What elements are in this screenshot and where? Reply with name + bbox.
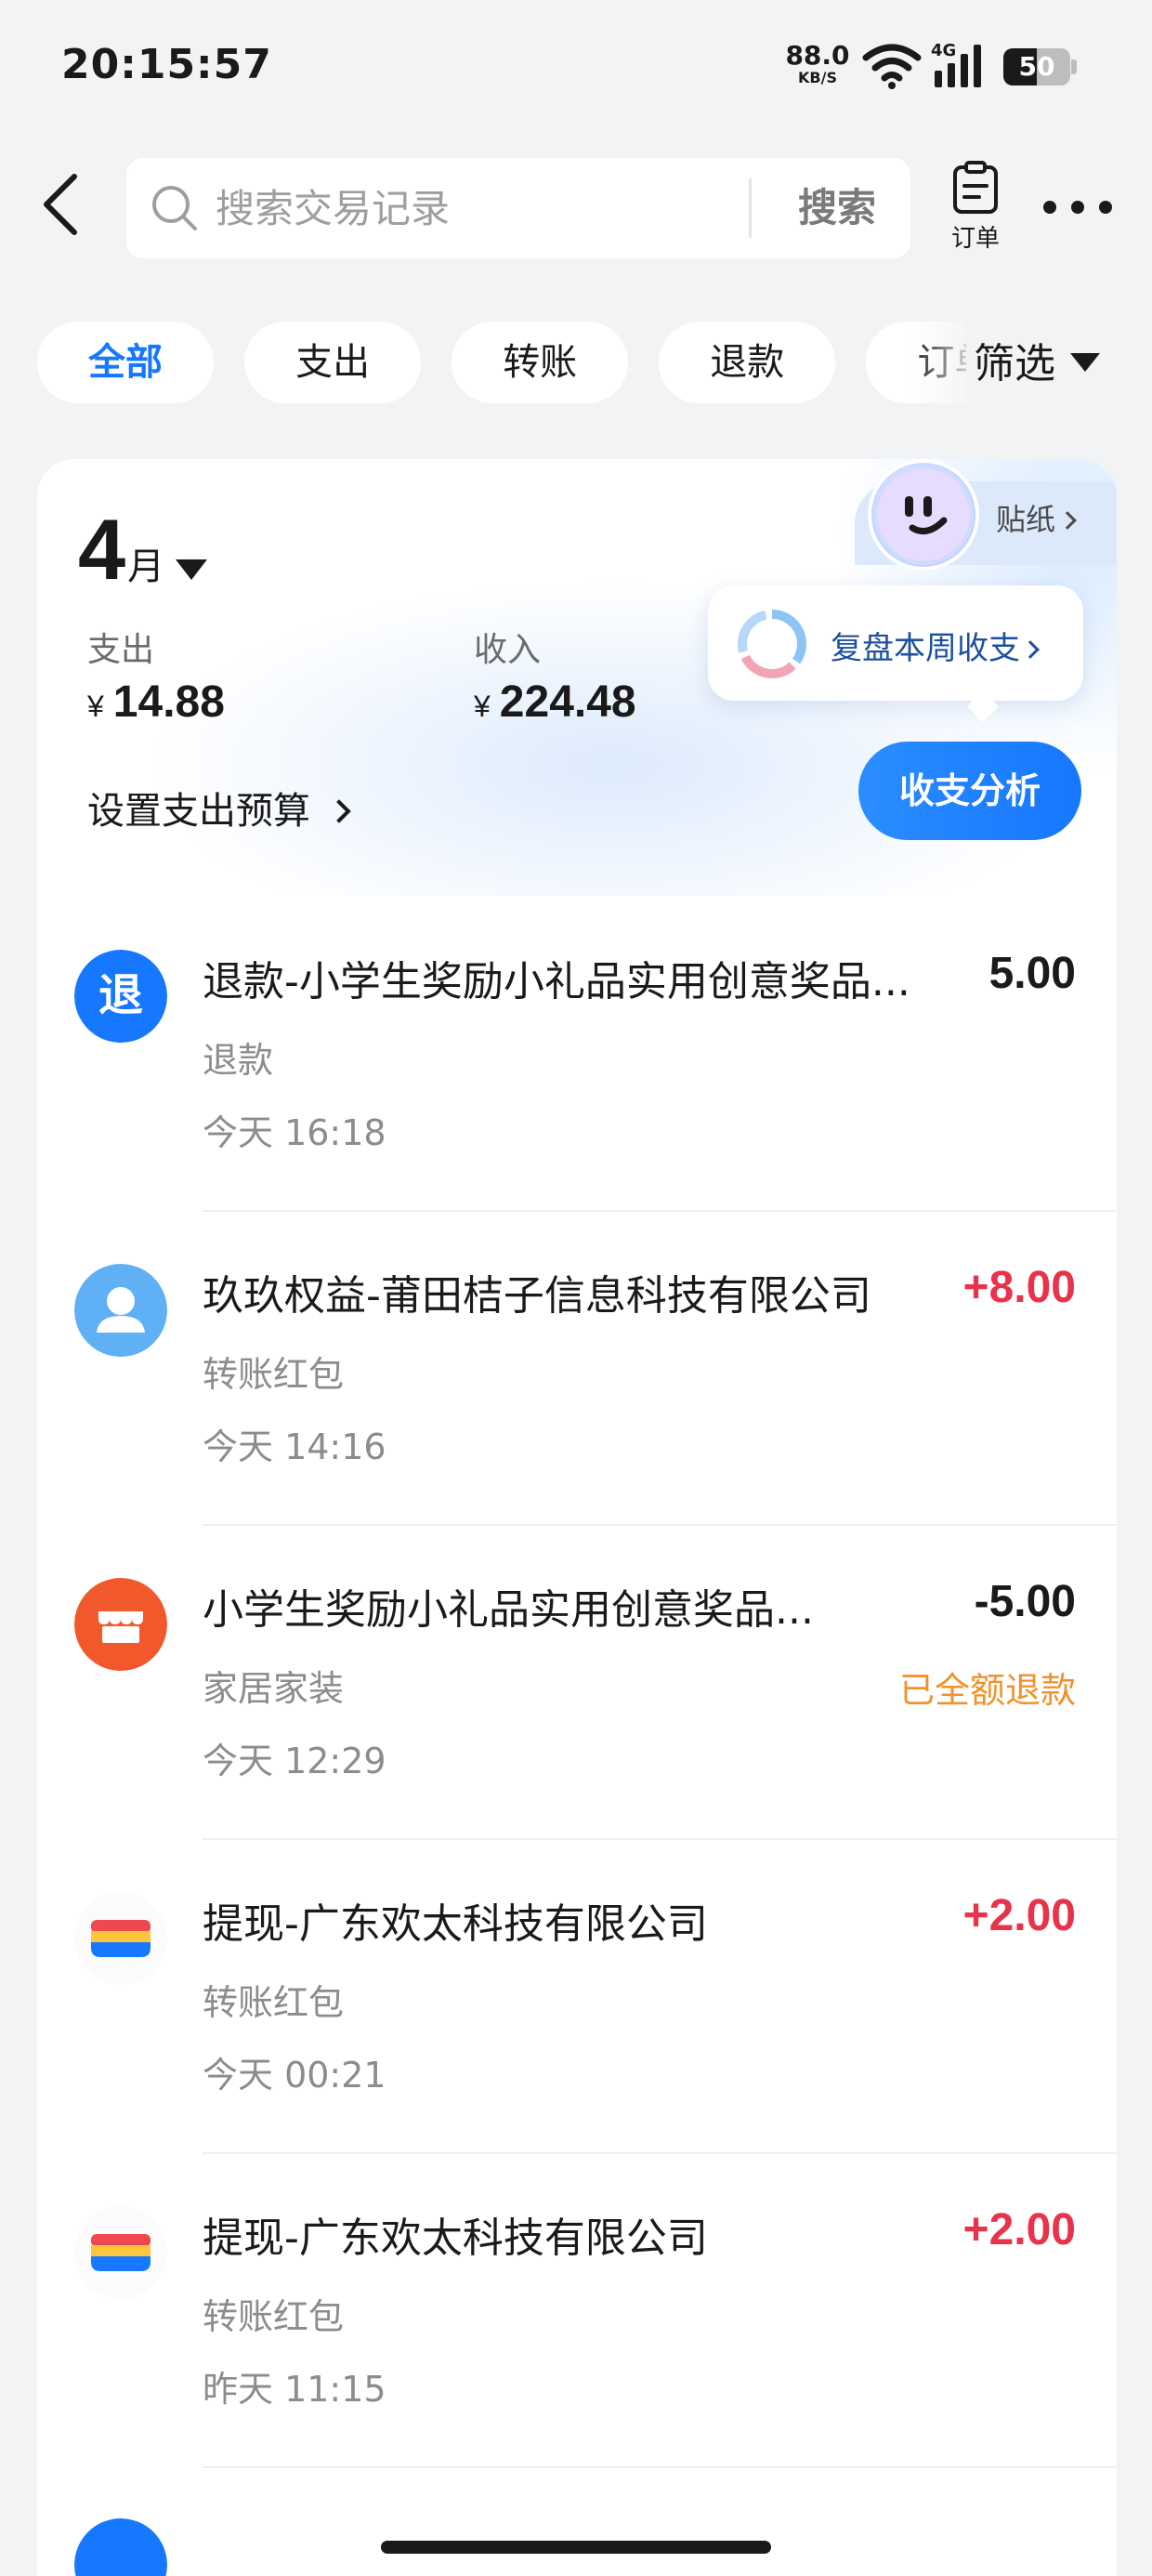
income-value: 224.48 xyxy=(499,677,636,727)
weekly-review-popup[interactable]: 复盘本周收支 xyxy=(708,585,1083,701)
transaction-amount: +8.00 xyxy=(962,1263,1076,1312)
transaction-title: 玖玖权益-莆田桔子信息科技有限公司 xyxy=(203,1272,871,1320)
transaction-category: 家居家装 xyxy=(203,1668,345,1709)
transaction-category: 转账红包 xyxy=(203,1354,345,1395)
user-avatar-icon xyxy=(74,1264,167,1357)
filter-label: 筛选 xyxy=(974,340,1055,388)
search-button[interactable]: 搜索 xyxy=(767,158,907,258)
transactions-card: 4月 支出 ¥14.88 收入 ¥224.48 设置支出预算 贴纸 复盘本周收支 xyxy=(37,459,1117,2576)
caret-down-icon xyxy=(176,559,208,580)
transaction-category: 转账红包 xyxy=(203,1982,345,2023)
wifi-icon xyxy=(862,44,922,89)
currency-symbol: ¥ xyxy=(87,690,104,723)
chip-expense[interactable]: 支出 xyxy=(244,322,422,403)
transaction-amount: +2.00 xyxy=(962,1891,1076,1940)
search-bar: 搜索 xyxy=(126,158,910,258)
home-indicator xyxy=(381,2541,771,2554)
orders-button[interactable]: 订单 xyxy=(938,160,1013,262)
income-total: ¥224.48 xyxy=(474,677,636,728)
chevron-right-icon xyxy=(1058,511,1077,530)
search-input[interactable] xyxy=(216,158,857,258)
cellular-signal-icon: 4G xyxy=(931,41,981,87)
expense-total: ¥14.88 xyxy=(87,677,225,728)
sticker-link[interactable]: 贴纸 xyxy=(996,496,1077,539)
more-options-icon[interactable] xyxy=(1041,191,1115,223)
month-number: 4 xyxy=(78,503,126,598)
network-speed-value: 88.0 xyxy=(785,40,850,71)
weekly-review-link: 复盘本周收支 xyxy=(831,623,1040,668)
transaction-time: 今天 14:16 xyxy=(203,1426,386,1467)
transaction-row[interactable]: 提现-广东欢太科技有限公司 +2.00 转账红包 今天 00:21 xyxy=(37,1838,1117,2152)
transaction-category: 退款 xyxy=(203,1040,274,1081)
refund-status: 已全额退款 xyxy=(898,1670,1076,1711)
row-divider xyxy=(203,2466,1117,2468)
search-divider xyxy=(749,178,752,238)
store-icon xyxy=(74,1578,167,1671)
transaction-time: 今天 12:29 xyxy=(203,1741,386,1781)
transaction-time: 今天 16:18 xyxy=(203,1112,386,1153)
refund-icon xyxy=(74,2518,167,2576)
income-label: 收入 xyxy=(474,631,542,669)
clipboard-icon xyxy=(953,161,998,214)
chip-transfer[interactable]: 转账 xyxy=(452,322,629,403)
transaction-row[interactable]: 退 退款-小学生奖励小礼品实用创意奖品... 5.00 退款 今天 16:18 xyxy=(37,896,1117,1210)
network-speed: 88.0 KB/S xyxy=(784,43,851,85)
transaction-title: 退款-小学生奖励小礼品实用创意奖品... xyxy=(203,958,910,1005)
transaction-row[interactable]: 提现-广东欢太科技有限公司 +2.00 转账红包 昨天 11:15 xyxy=(37,2152,1117,2466)
refund-icon: 退 xyxy=(74,950,167,1043)
month-unit: 月 xyxy=(127,545,165,588)
transaction-amount: 5.00 xyxy=(988,949,1076,998)
expense-label: 支出 xyxy=(87,631,155,669)
month-selector[interactable]: 4月 xyxy=(78,502,208,599)
back-icon[interactable] xyxy=(33,167,89,242)
transaction-row[interactable]: 小学生奖励小礼品实用创意奖品... -5.00 家居家装 已全额退款 今天 12… xyxy=(37,1524,1117,1838)
set-budget-link[interactable]: 设置支出预算 xyxy=(87,781,351,835)
transaction-category: 转账红包 xyxy=(203,2296,345,2337)
network-type: 4G xyxy=(931,41,956,60)
battery-percentage: 50 xyxy=(1018,51,1055,82)
status-bar: 20:15:57 88.0 KB/S 4G 50 xyxy=(0,0,1152,130)
chevron-right-icon xyxy=(1021,640,1040,659)
sticker-label: 贴纸 xyxy=(996,502,1056,537)
wallet-icon xyxy=(74,2206,167,2299)
transaction-title: 提现-广东欢太科技有限公司 xyxy=(203,2215,708,2262)
chevron-right-icon xyxy=(327,799,351,823)
income-expense-analysis-button[interactable]: 收支分析 xyxy=(858,742,1081,840)
refund-icon-label: 退 xyxy=(98,969,143,1021)
search-icon xyxy=(152,186,197,230)
orders-label: 订单 xyxy=(950,225,1000,253)
battery-icon: 50 xyxy=(1003,48,1078,85)
transaction-time: 今天 00:21 xyxy=(203,2055,386,2096)
expense-value: 14.88 xyxy=(112,677,225,727)
chip-all[interactable]: 全部 xyxy=(37,322,214,403)
donut-chart-icon xyxy=(738,610,806,678)
transaction-amount: +2.00 xyxy=(962,2205,1076,2254)
network-speed-unit: KB/S xyxy=(798,69,837,86)
transaction-row[interactable]: 玖玖权益-莆田桔子信息科技有限公司 +8.00 转账红包 今天 14:16 xyxy=(37,1210,1117,1524)
transaction-amount: -5.00 xyxy=(974,1577,1076,1626)
weekly-review-label: 复盘本周收支 xyxy=(831,630,1020,667)
monthly-summary: 4月 支出 ¥14.88 收入 ¥224.48 设置支出预算 贴纸 复盘本周收支 xyxy=(37,459,1117,896)
caret-down-icon xyxy=(1070,353,1100,372)
sticker-avatar-icon[interactable] xyxy=(871,463,975,567)
budget-link-label: 设置支出预算 xyxy=(87,790,310,833)
currency-symbol: ¥ xyxy=(474,690,491,723)
chip-refund[interactable]: 退款 xyxy=(659,322,836,403)
status-time: 20:15:57 xyxy=(61,41,272,88)
transaction-time: 昨天 11:15 xyxy=(203,2369,386,2410)
wallet-icon xyxy=(74,1892,167,1985)
filter-chips: 全部 支出 转账 退款 订单 xyxy=(37,322,966,407)
filter-button[interactable]: 筛选 xyxy=(974,322,1100,407)
transaction-title: 提现-广东欢太科技有限公司 xyxy=(203,1900,708,1948)
transaction-title: 小学生奖励小礼品实用创意奖品... xyxy=(203,1586,814,1634)
